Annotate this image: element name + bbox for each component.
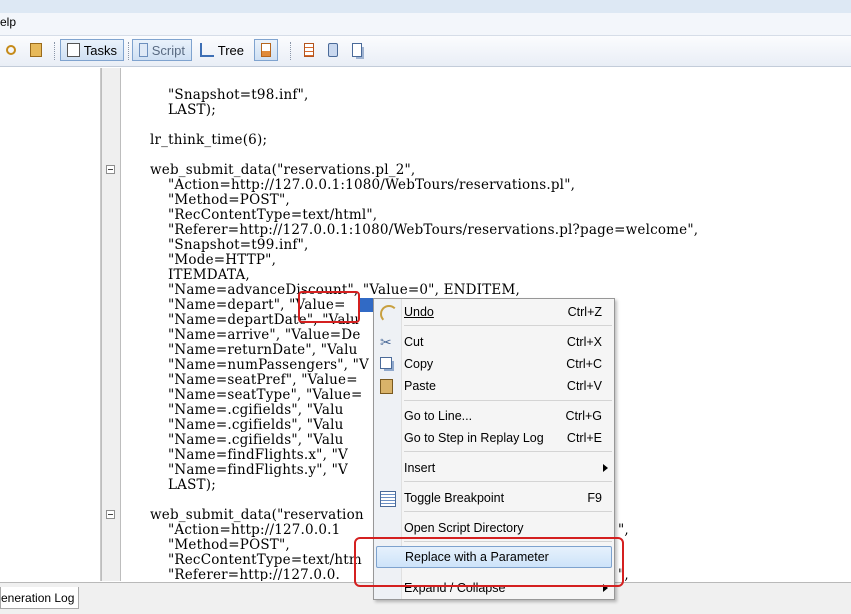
toolbar-button-extra[interactable] [322, 39, 344, 61]
tree-label: Tree [217, 42, 244, 58]
menu-item-copy[interactable]: Copy Ctrl+C [376, 354, 612, 374]
value-highlight-box [298, 291, 360, 323]
tasks-button[interactable]: Tasks [60, 39, 124, 61]
collapse-toggle-icon[interactable] [106, 165, 115, 174]
menu-item-insert[interactable]: Insert [376, 458, 612, 478]
menu-item-go-to-step[interactable]: Go to Step in Replay Log Ctrl+E [376, 428, 612, 448]
code-line: "Action=http://127.0.0.1 [150, 522, 341, 538]
tree-icon [200, 43, 214, 57]
code-line: ITEMDATA, [150, 267, 250, 283]
list-icon [304, 43, 314, 57]
menu-item-paste[interactable]: Paste Ctrl+V [376, 376, 612, 396]
submenu-arrow-icon [603, 464, 608, 472]
menu-item-open-script-directory[interactable]: Open Script Directory [376, 518, 612, 538]
code-line: "Name=findFlights.y", "V [150, 462, 348, 478]
toolbar-separator [54, 42, 56, 60]
paste-icon [380, 379, 393, 394]
menu-separator [404, 400, 612, 401]
code-line: lr_think_time(6); [150, 132, 268, 148]
code-line: "Mode=HTTP", [150, 252, 277, 268]
tasks-icon [67, 43, 80, 57]
toolbar: Tasks Script Tree [0, 36, 851, 67]
code-line: LAST); [150, 477, 216, 493]
collapse-toggle-icon[interactable] [106, 510, 115, 519]
code-line: web_submit_data("reservation [150, 507, 364, 523]
settings-icon [328, 43, 338, 57]
breakpoint-icon [380, 491, 396, 507]
tab-generation-log[interactable]: eneration Log [0, 587, 80, 609]
code-line: "Name=seatType", "Value= [150, 387, 363, 403]
code-line: "Method=POST", [150, 537, 290, 553]
left-pane [0, 68, 101, 581]
layout-toggle-button[interactable] [254, 39, 278, 61]
code-line: LAST); [150, 102, 216, 118]
copy-icon [380, 357, 392, 369]
tasks-label: Tasks [83, 42, 117, 58]
code-line: "Name=.cgifields", "Valu [150, 417, 344, 433]
menu-item-undo[interactable]: Undo Ctrl+Z [376, 302, 612, 323]
menu-item-cut[interactable]: ✂ Cut Ctrl+X [376, 332, 612, 352]
code-line: "Snapshot=t99.inf", [150, 237, 309, 253]
menu-separator [404, 451, 612, 452]
code-line: "Name=seatPref", "Value= [150, 372, 358, 388]
code-line: "RecContentType=text/htm [150, 552, 362, 568]
script-label: Script [151, 42, 185, 58]
code-line: "Name=findFlights.x", "V [150, 447, 348, 463]
script-icon [139, 43, 148, 57]
menu-item-toggle-breakpoint[interactable]: Toggle Breakpoint F9 [376, 488, 612, 508]
code-line: "Snapshot=t98.inf", [150, 87, 309, 103]
tree-view-button[interactable]: Tree [194, 39, 250, 61]
text-selection [359, 298, 373, 312]
code-line-tail: ", [618, 522, 629, 538]
toolbar-button-window[interactable] [346, 39, 368, 61]
code-line: "Name=arrive", "Value=De [150, 327, 361, 343]
magnifier-icon [6, 45, 16, 55]
cut-icon: ✂ [380, 334, 392, 350]
title-bar [0, 0, 851, 14]
toolbar-separator [290, 42, 292, 60]
menu-bar [0, 13, 851, 36]
toolbar-button-runtime[interactable] [298, 39, 320, 61]
editor-gutter [101, 68, 121, 581]
code-line: "Name=returnDate", "Valu [150, 342, 358, 358]
toolbar-button-1[interactable] [0, 39, 22, 61]
script-view-button[interactable]: Script [132, 39, 192, 61]
undo-icon [380, 305, 398, 323]
toolbar-button-2[interactable] [24, 39, 48, 61]
code-line: "Action=http://127.0.0.1:1080/WebTours/r… [150, 177, 576, 193]
code-line: "Referer=http://127.0.0.1:1080/WebTours/… [150, 222, 699, 238]
code-line: "Name=.cgifields", "Valu [150, 402, 344, 418]
code-line: "Name=.cgifields", "Valu [150, 432, 344, 448]
document-icon [30, 43, 42, 57]
panel-icon [261, 43, 271, 57]
menu-help[interactable]: elp [0, 15, 16, 29]
code-line: "Name=numPassengers", "V [150, 357, 369, 373]
menu-highlight-box [354, 537, 624, 587]
menu-separator [404, 325, 612, 326]
menu-item-go-to-line[interactable]: Go to Line... Ctrl+G [376, 406, 612, 426]
code-line: "Referer=http://127.0.0. [150, 567, 340, 582]
code-line: web_submit_data("reservations.pl_2", [150, 162, 416, 178]
toolbar-separator [128, 42, 130, 60]
menu-separator [404, 481, 612, 482]
code-line: "RecContentType=text/html", [150, 207, 378, 223]
menu-separator [404, 511, 612, 512]
windows-icon [352, 43, 362, 57]
code-line: "Method=POST", [150, 192, 290, 208]
